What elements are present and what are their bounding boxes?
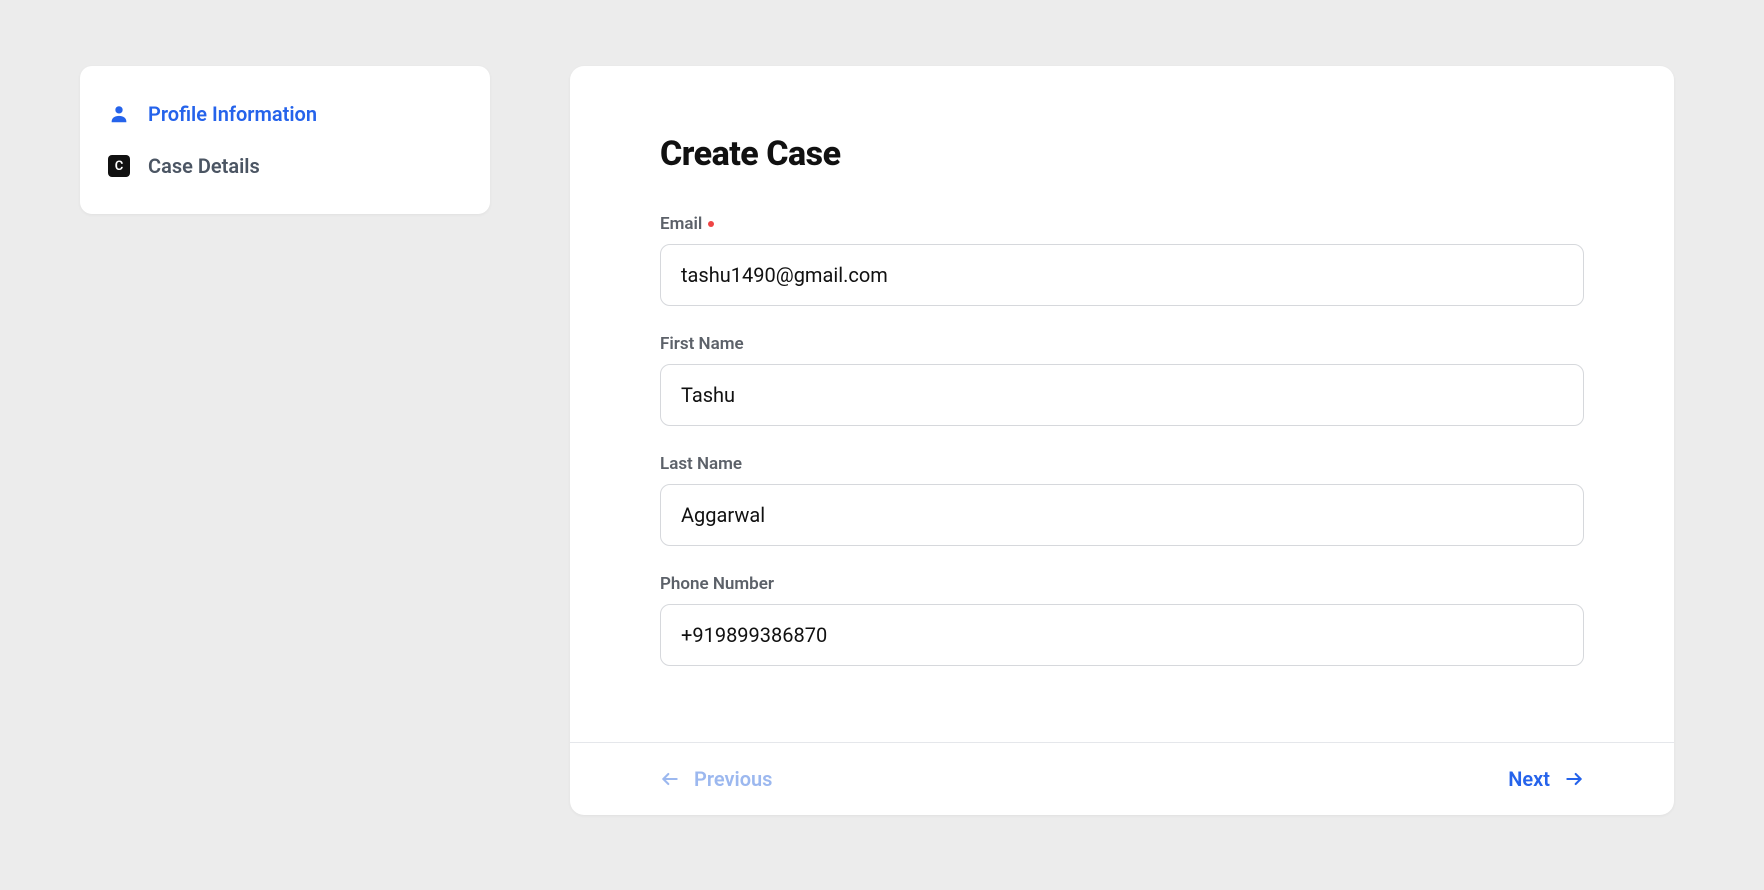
arrow-left-icon [660, 769, 680, 789]
field-label: Phone Number [660, 574, 774, 594]
form-body: Create Case Email First Name Last Nam [570, 66, 1674, 742]
field-label: Email [660, 214, 702, 234]
next-button-label: Next [1508, 767, 1550, 791]
field-label-row: Email [660, 214, 1584, 234]
page-container: Profile Information C Case Details Creat… [0, 0, 1764, 815]
field-label: First Name [660, 334, 744, 354]
sidebar-item-label: Profile Information [148, 102, 317, 126]
field-label-row: First Name [660, 334, 1584, 354]
person-icon [108, 103, 130, 125]
required-indicator [708, 221, 714, 227]
previous-button-label: Previous [694, 767, 772, 791]
field-first-name: First Name [660, 334, 1584, 426]
form-footer: Previous Next [570, 742, 1674, 815]
first-name-input[interactable] [660, 364, 1584, 426]
email-input[interactable] [660, 244, 1584, 306]
field-phone: Phone Number [660, 574, 1584, 666]
field-email: Email [660, 214, 1584, 306]
page-title: Create Case [660, 134, 1584, 174]
field-label: Last Name [660, 454, 742, 474]
sidebar-item-profile-information[interactable]: Profile Information [80, 88, 490, 140]
case-icon: C [108, 155, 130, 177]
next-button[interactable]: Next [1508, 767, 1584, 791]
field-label-row: Phone Number [660, 574, 1584, 594]
sidebar: Profile Information C Case Details [80, 66, 490, 214]
field-last-name: Last Name [660, 454, 1584, 546]
field-label-row: Last Name [660, 454, 1584, 474]
sidebar-item-label: Case Details [148, 154, 260, 178]
phone-input[interactable] [660, 604, 1584, 666]
arrow-right-icon [1564, 769, 1584, 789]
last-name-input[interactable] [660, 484, 1584, 546]
previous-button[interactable]: Previous [660, 767, 772, 791]
sidebar-item-case-details[interactable]: C Case Details [80, 140, 490, 192]
main-card: Create Case Email First Name Last Nam [570, 66, 1674, 815]
